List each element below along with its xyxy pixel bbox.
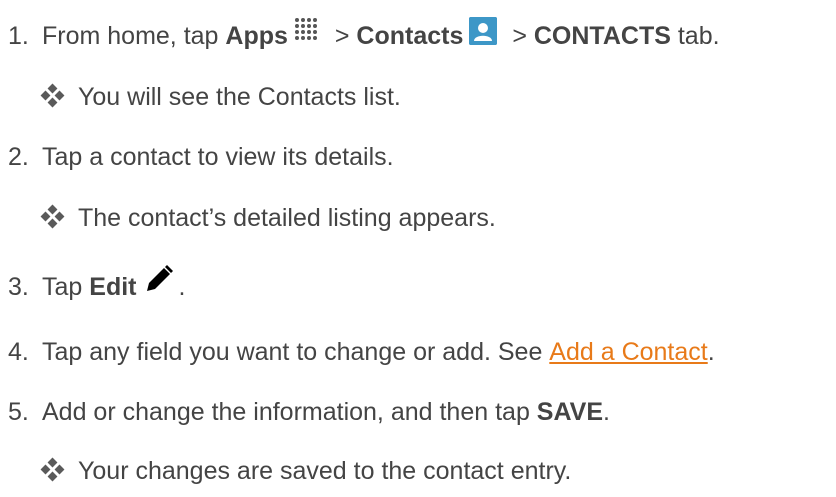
step-text-end: tab. xyxy=(670,21,720,50)
step-text-end: . xyxy=(178,272,186,301)
edit-label: Edit xyxy=(89,272,137,301)
step-5: 5. Add or change the information, and th… xyxy=(0,400,610,425)
step-number: 2. xyxy=(8,143,29,171)
separator: > xyxy=(327,21,357,50)
step-1: 1. From home, tap Apps > Contacts > CONT… xyxy=(0,17,720,50)
diamond-bullet-icon xyxy=(40,83,66,110)
step-2: 2. Tap a contact to view its details. xyxy=(0,145,394,170)
step-number: 5. xyxy=(8,398,29,426)
step-number: 1. xyxy=(8,21,29,50)
step-text: Add or change the information, and then … xyxy=(42,398,537,426)
step-number: 3. xyxy=(8,272,29,301)
result-text: Your changes are saved to the contact en… xyxy=(78,456,572,485)
contacts-label: Contacts xyxy=(356,21,464,50)
pencil-edit-icon xyxy=(147,265,174,291)
step-3: 3. Tap Edit . xyxy=(0,265,186,302)
contacts-app-icon xyxy=(469,17,498,45)
diamond-bullet-icon xyxy=(40,204,66,231)
contacts-tab-label: CONTACTS xyxy=(533,21,671,50)
step-text: Tap a contact to view its details. xyxy=(42,143,394,171)
step-text-end: . xyxy=(707,338,715,366)
apps-label: Apps xyxy=(225,21,288,50)
step-text: Tap xyxy=(42,272,90,301)
diamond-bullet-icon xyxy=(40,457,66,484)
separator: > xyxy=(505,21,534,50)
save-label: SAVE xyxy=(536,398,604,426)
step-5-result: Your changes are saved to the contact en… xyxy=(0,456,572,485)
step-1-result: You will see the Contacts list. xyxy=(0,82,401,111)
apps-grid-icon xyxy=(294,18,317,40)
step-text-end: . xyxy=(603,398,610,426)
add-a-contact-link[interactable]: Add a Contact xyxy=(549,340,707,365)
step-2-result: The contact’s detailed listing appears. xyxy=(0,203,496,232)
result-text: You will see the Contacts list. xyxy=(78,82,401,111)
step-number: 4. xyxy=(8,338,29,366)
result-text: The contact’s detailed listing appears. xyxy=(78,203,496,232)
step-text: Tap any field you want to change or add.… xyxy=(42,338,550,366)
step-text: From home, tap xyxy=(42,21,226,50)
step-4: 4. Tap any field you want to change or a… xyxy=(0,340,715,365)
